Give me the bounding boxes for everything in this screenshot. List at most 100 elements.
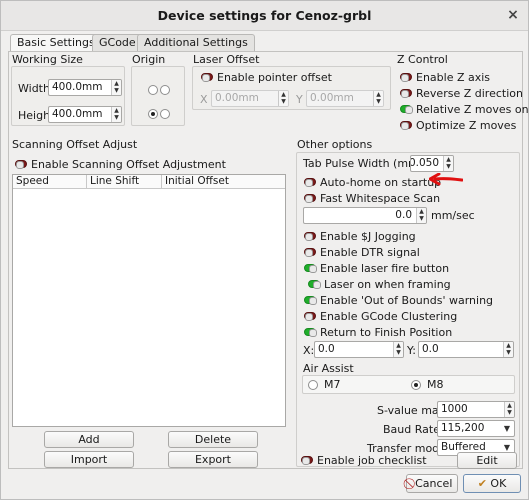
air-m7-label: M7 (324, 378, 341, 391)
column-initial-offset[interactable]: Initial Offset (162, 175, 285, 189)
working-size-title: Working Size (12, 53, 83, 66)
column-speed[interactable]: Speed (13, 175, 87, 189)
finish-x-spinbox[interactable]: 0.0 ▲ ▼ (314, 341, 404, 358)
tab-gcode[interactable]: GCode (92, 34, 143, 51)
return-finish-label: Return to Finish Position (320, 326, 453, 339)
laser-fire-label: Enable laser fire button (320, 262, 450, 275)
chevron-down-icon: ▼ (503, 424, 510, 433)
optimize-z-toggle[interactable] (400, 121, 412, 130)
laser-fire-toggle[interactable] (304, 264, 317, 273)
offset-y-stepper-icon[interactable]: ▲ ▼ (373, 91, 383, 106)
origin-group (131, 66, 185, 126)
tab-pulse-spinbox[interactable]: 0.050 ▲ ▼ (410, 155, 454, 172)
other-options-group: Tab Pulse Width (mm) 0.050 ▲ ▼ Auto-home … (296, 152, 520, 467)
laser-offset-title: Laser Offset (193, 53, 260, 66)
width-spinbox[interactable]: 400.0mm ▲ ▼ (48, 79, 122, 96)
auto-home-label: Auto-home on startup (320, 176, 442, 189)
jogging-toggle[interactable] (304, 232, 316, 241)
tab-pulse-label: Tab Pulse Width (mm) (303, 157, 424, 170)
offset-y-label: Y (296, 93, 303, 106)
relative-z-toggle[interactable] (400, 105, 413, 114)
other-options-title: Other options (297, 138, 373, 151)
baud-rate-select[interactable]: 115,200 ▼ (437, 420, 515, 437)
origin-title: Origin (132, 53, 166, 66)
title-bar: Device settings for Cenoz-grbl × (1, 1, 528, 31)
width-label: Width (18, 82, 50, 95)
red-arrow-annotation-icon (429, 173, 463, 186)
table-header: Speed Line Shift Initial Offset (13, 175, 285, 189)
offset-x-stepper-icon[interactable]: ▲ ▼ (278, 91, 288, 106)
baud-rate-label: Baud Rate (383, 423, 440, 436)
air-m8-label: M8 (427, 378, 444, 391)
ok-icon: ✔ (477, 477, 487, 490)
column-line-shift[interactable]: Line Shift (87, 175, 162, 189)
pointer-offset-toggle[interactable] (201, 73, 213, 82)
reverse-z-toggle[interactable] (400, 89, 412, 98)
close-icon[interactable]: × (504, 7, 522, 25)
finish-y-stepper-icon[interactable]: ▲ ▼ (503, 342, 513, 357)
origin-top-right-radio[interactable] (160, 85, 170, 95)
job-checklist-label: Enable job checklist (317, 454, 427, 467)
offset-x-label: X (200, 93, 208, 106)
z-axis-label: Enable Z axis (416, 71, 491, 84)
basic-settings-page: Working Size Width 400.0mm ▲ ▼ Height 400… (8, 51, 529, 469)
dtr-signal-toggle[interactable] (304, 248, 316, 257)
fast-whitespace-spinbox[interactable]: 0.0 ▲ ▼ (303, 207, 427, 224)
z-axis-toggle[interactable] (400, 73, 412, 82)
ok-button[interactable]: ✔ OK (463, 474, 521, 493)
offset-x-spinbox[interactable]: 0.00mm ▲ ▼ (211, 90, 289, 107)
add-button[interactable]: Add (44, 431, 134, 448)
out-of-bounds-label: Enable 'Out of Bounds' warning (320, 294, 494, 307)
scanning-offset-label: Enable Scanning Offset Adjustment (31, 158, 226, 171)
out-of-bounds-toggle[interactable] (304, 296, 317, 305)
height-spinbox[interactable]: 400.0mm ▲ ▼ (48, 106, 122, 123)
working-size-group: Width 400.0mm ▲ ▼ Height 400.0mm ▲ ▼ (11, 66, 125, 126)
scanning-offset-table[interactable]: Speed Line Shift Initial Offset (12, 174, 286, 427)
tab-pulse-stepper-icon[interactable]: ▲ ▼ (443, 156, 453, 171)
scanning-offset-toggle[interactable] (15, 160, 27, 169)
finish-x-stepper-icon[interactable]: ▲ ▼ (393, 342, 403, 357)
air-assist-group: M7 M8 (302, 375, 515, 394)
s-value-stepper-icon[interactable]: ▲ ▼ (504, 402, 514, 417)
origin-top-left-radio[interactable] (148, 85, 158, 95)
pointer-offset-label: Enable pointer offset (217, 71, 332, 84)
laser-offset-group: Enable pointer offset X 0.00mm ▲ ▼ Y 0.00… (192, 66, 391, 110)
width-stepper-icon[interactable]: ▲ ▼ (111, 80, 121, 95)
offset-y-spinbox[interactable]: 0.00mm ▲ ▼ (306, 90, 384, 107)
window-title: Device settings for Cenoz-grbl (157, 8, 372, 23)
return-finish-toggle[interactable] (304, 328, 317, 337)
gcode-clustering-toggle[interactable] (304, 312, 316, 321)
jogging-label: Enable $J Jogging (320, 230, 416, 243)
dtr-signal-label: Enable DTR signal (320, 246, 420, 259)
cancel-label: Cancel (415, 477, 453, 490)
laser-framing-toggle[interactable] (308, 280, 321, 289)
edit-button[interactable]: Edit (457, 452, 517, 469)
fast-whitespace-unit: mm/sec (431, 209, 475, 222)
laser-framing-label: Laser on when framing (324, 278, 451, 291)
cancel-button[interactable]: ⃠ Cancel (406, 474, 458, 493)
job-checklist-toggle[interactable] (301, 456, 313, 465)
fast-whitespace-label: Fast Whitespace Scan (320, 192, 441, 205)
height-stepper-icon[interactable]: ▲ ▼ (111, 107, 121, 122)
import-button[interactable]: Import (44, 451, 134, 468)
s-value-max-spinbox[interactable]: 1000 ▲ ▼ (437, 401, 515, 418)
device-settings-window: Device settings for Cenoz-grbl × Basic S… (0, 0, 529, 500)
ok-label: OK (490, 477, 507, 490)
relative-z-label: Relative Z moves only (416, 103, 529, 116)
z-control-title: Z Control (397, 53, 448, 66)
fast-whitespace-toggle[interactable] (304, 194, 316, 203)
finish-y-spinbox[interactable]: 0.0 ▲ ▼ (418, 341, 514, 358)
origin-bottom-right-radio[interactable] (160, 109, 170, 119)
auto-home-toggle[interactable] (304, 178, 316, 187)
export-button[interactable]: Export (168, 451, 258, 468)
delete-button[interactable]: Delete (168, 431, 258, 448)
air-m7-radio[interactable] (308, 380, 318, 390)
optimize-z-label: Optimize Z moves (416, 119, 517, 132)
origin-bottom-left-radio[interactable] (148, 109, 158, 119)
air-m8-radio[interactable] (411, 380, 421, 390)
fast-whitespace-stepper-icon[interactable]: ▲ ▼ (416, 208, 426, 223)
s-value-max-label: S-value max (377, 404, 446, 417)
tab-additional-settings[interactable]: Additional Settings (137, 34, 255, 51)
tab-basic-settings[interactable]: Basic Settings (10, 34, 102, 52)
gcode-clustering-label: Enable GCode Clustering (320, 310, 458, 323)
